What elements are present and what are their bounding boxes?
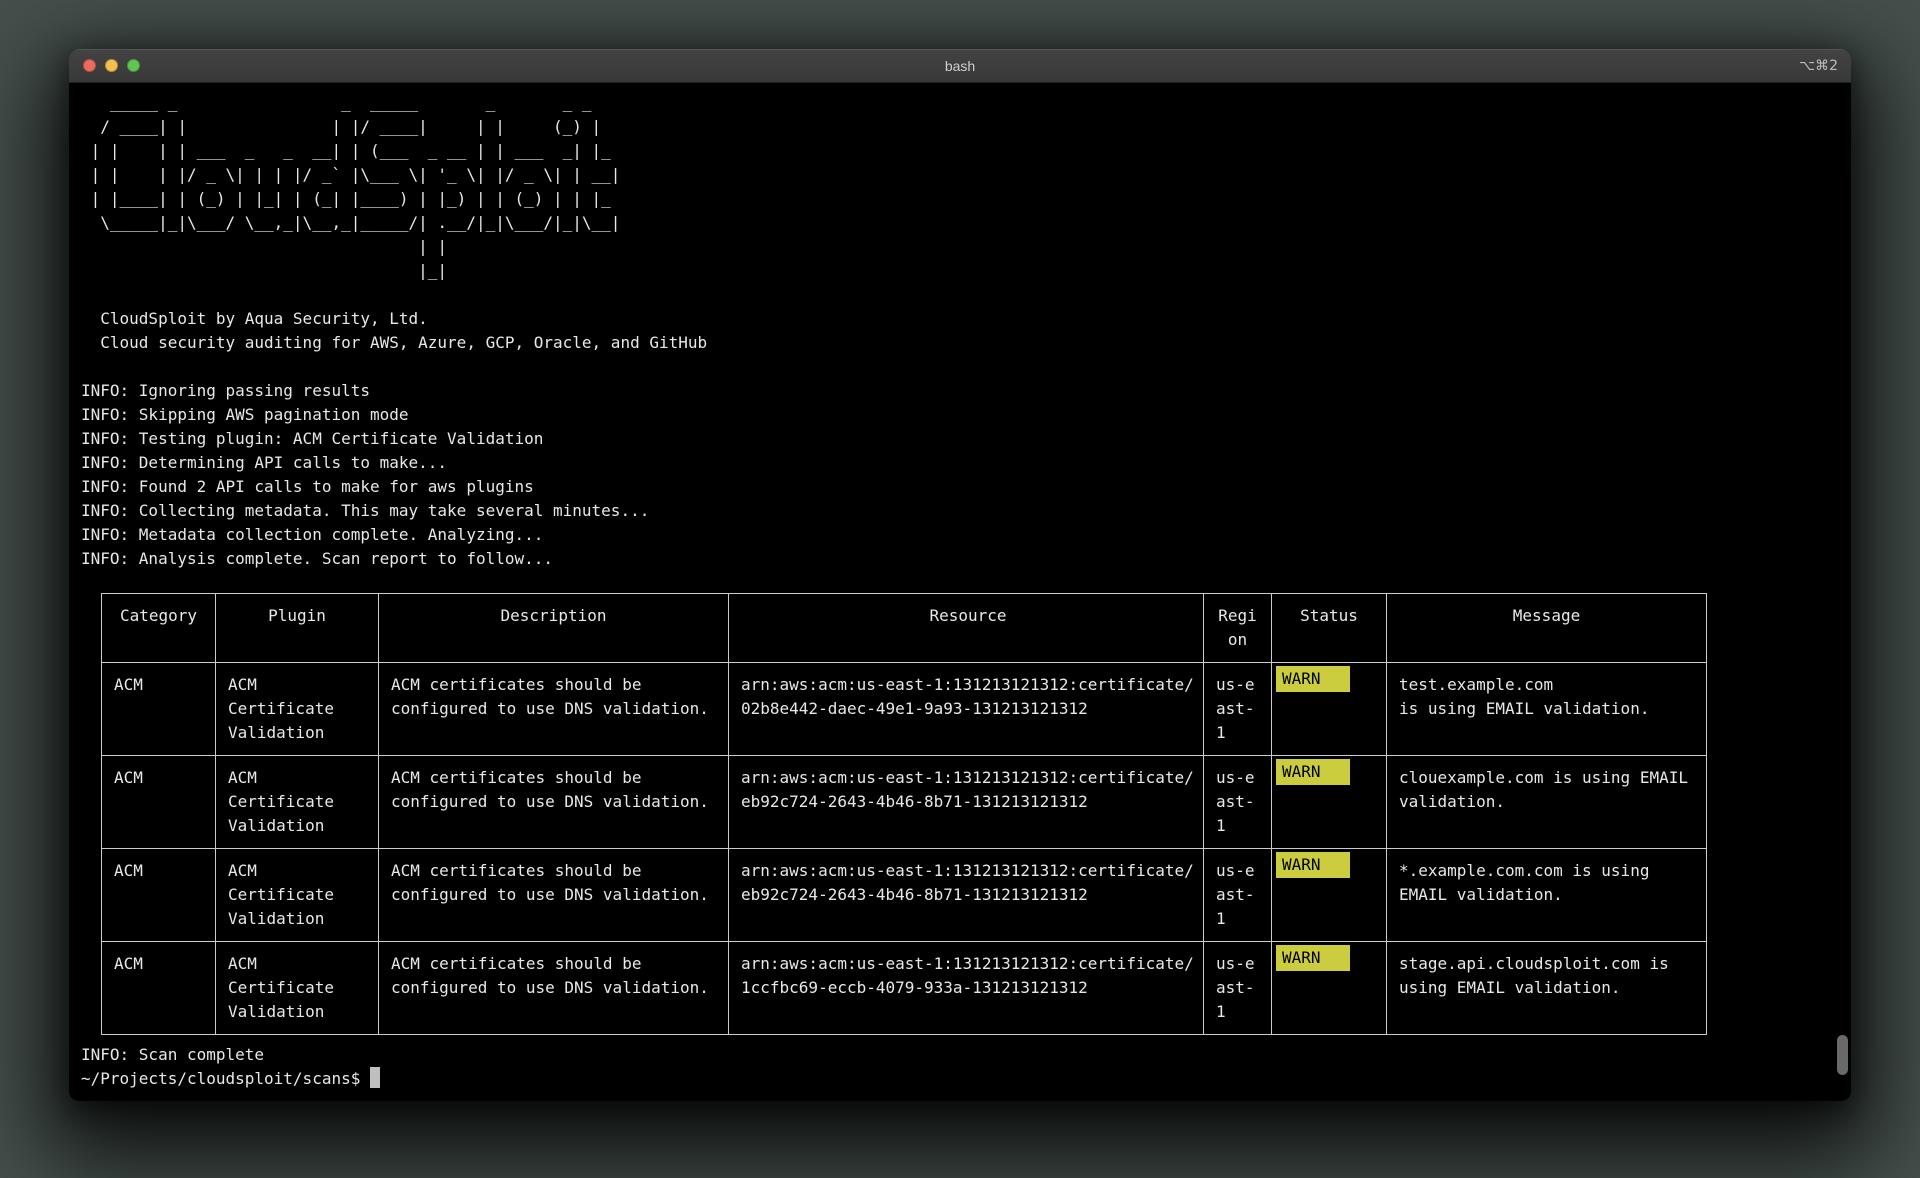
cell-region: us-east-1: [1204, 849, 1272, 942]
cell-plugin: ACM Certificate Validation: [216, 849, 379, 942]
cell-description: ACM certificates should be configured to…: [379, 663, 729, 756]
cell-plugin: ACM Certificate Validation: [216, 663, 379, 756]
cloudsploit-ascii-logo: _____ _ _ _____ _ _ _ / ____| | | |/ ___…: [81, 91, 1839, 283]
table-row: ACM ACM Certificate Validation ACM certi…: [102, 849, 1707, 942]
cell-message: clouexample.com is using EMAIL validatio…: [1387, 756, 1707, 849]
shell-prompt[interactable]: ~/Projects/cloudsploit/scans$: [81, 1067, 1839, 1091]
titlebar[interactable]: bash ⌥⌘2: [69, 49, 1851, 83]
col-header-category: Category: [102, 594, 216, 663]
col-header-region: Region: [1204, 594, 1272, 663]
cell-message: stage.api.cloudsploit.com is using EMAIL…: [1387, 942, 1707, 1035]
cell-message: *.example.com.com is using EMAIL validat…: [1387, 849, 1707, 942]
terminal-cursor: [370, 1067, 380, 1088]
table-header-row: Category Plugin Description Resource Reg…: [102, 594, 1707, 663]
col-header-plugin: Plugin: [216, 594, 379, 663]
table-row: ACM ACM Certificate Validation ACM certi…: [102, 942, 1707, 1035]
scan-report-table: Category Plugin Description Resource Reg…: [101, 593, 1707, 1035]
info-log-lines: INFO: Ignoring passing results INFO: Ski…: [81, 379, 1839, 571]
table-row: ACM ACM Certificate Validation ACM certi…: [102, 663, 1707, 756]
cell-region: us-east-1: [1204, 756, 1272, 849]
close-button[interactable]: [83, 59, 96, 72]
warn-status-badge: WARN: [1276, 852, 1350, 878]
warn-status-badge: WARN: [1276, 666, 1350, 692]
cell-description: ACM certificates should be configured to…: [379, 942, 729, 1035]
col-header-status: Status: [1272, 594, 1387, 663]
scan-complete-line: INFO: Scan complete: [81, 1043, 1839, 1067]
cell-category: ACM: [102, 756, 216, 849]
cell-region: us-east-1: [1204, 942, 1272, 1035]
cell-category: ACM: [102, 849, 216, 942]
warn-status-badge: WARN: [1276, 945, 1350, 971]
cell-description: ACM certificates should be configured to…: [379, 849, 729, 942]
cell-status: WARN: [1272, 942, 1387, 1035]
cloudsploit-taglines: CloudSploit by Aqua Security, Ltd. Cloud…: [81, 307, 1839, 355]
prompt-path: ~/Projects/cloudsploit/scans$: [81, 1069, 360, 1088]
minimize-button[interactable]: [105, 59, 118, 72]
cell-resource: arn:aws:acm:us-east-1:131213121312:certi…: [729, 663, 1204, 756]
col-header-resource: Resource: [729, 594, 1204, 663]
cell-status: WARN: [1272, 756, 1387, 849]
cell-description: ACM certificates should be configured to…: [379, 756, 729, 849]
cell-plugin: ACM Certificate Validation: [216, 756, 379, 849]
cell-message: test.example.com is using EMAIL validati…: [1387, 663, 1707, 756]
traffic-lights: [69, 59, 140, 72]
window-title: bash: [69, 58, 1851, 74]
cell-resource: arn:aws:acm:us-east-1:131213121312:certi…: [729, 942, 1204, 1035]
keyboard-shortcut-hint: ⌥⌘2: [1799, 58, 1851, 74]
col-header-message: Message: [1387, 594, 1707, 663]
table-row: ACM ACM Certificate Validation ACM certi…: [102, 756, 1707, 849]
cell-resource: arn:aws:acm:us-east-1:131213121312:certi…: [729, 756, 1204, 849]
terminal-window: bash ⌥⌘2 _____ _ _ _____ _ _ _ / ____| |…: [69, 49, 1851, 1101]
warn-status-badge: WARN: [1276, 759, 1350, 785]
cell-category: ACM: [102, 663, 216, 756]
cell-region: us-east-1: [1204, 663, 1272, 756]
cell-plugin: ACM Certificate Validation: [216, 942, 379, 1035]
fullscreen-button[interactable]: [127, 59, 140, 72]
cell-status: WARN: [1272, 663, 1387, 756]
terminal-body[interactable]: _____ _ _ _____ _ _ _ / ____| | | |/ ___…: [69, 83, 1851, 1101]
cell-status: WARN: [1272, 849, 1387, 942]
col-header-description: Description: [379, 594, 729, 663]
scrollbar-thumb[interactable]: [1837, 1035, 1848, 1075]
cell-category: ACM: [102, 942, 216, 1035]
cell-resource: arn:aws:acm:us-east-1:131213121312:certi…: [729, 849, 1204, 942]
